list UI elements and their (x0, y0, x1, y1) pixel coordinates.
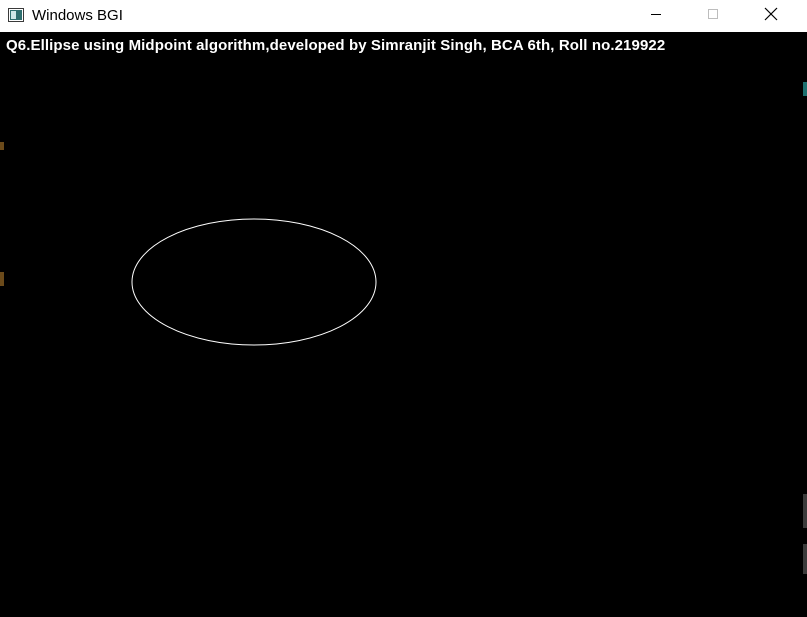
bgi-window-icon (8, 8, 24, 22)
minimize-button[interactable] (633, 0, 679, 32)
drawing-surface (131, 218, 377, 346)
edge-artifact (803, 544, 807, 574)
graphics-canvas: Q6.Ellipse using Midpoint algorithm,deve… (0, 32, 807, 617)
edge-artifact (803, 82, 807, 96)
midpoint-ellipse (131, 218, 377, 346)
maximize-button[interactable] (690, 0, 736, 32)
edge-artifact (803, 494, 807, 528)
close-icon (764, 7, 778, 26)
bgi-window: Windows BGI Q6.Ellipse using Midpoint al… (0, 0, 807, 617)
edge-artifact (0, 142, 4, 150)
window-title: Windows BGI (32, 7, 123, 24)
close-button[interactable] (748, 0, 794, 32)
edge-artifact (0, 272, 4, 286)
minimize-icon (650, 7, 662, 25)
maximize-icon (707, 7, 719, 25)
title-bar[interactable]: Windows BGI (0, 0, 807, 32)
